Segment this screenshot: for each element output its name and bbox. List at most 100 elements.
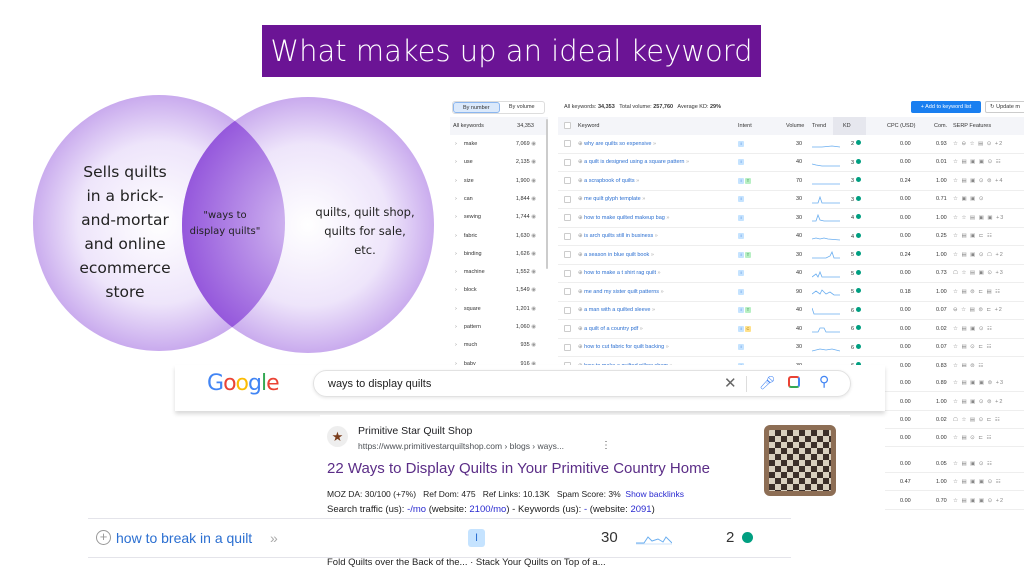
keyword-link[interactable]: ⊕ me and my sister quilt patterns » xyxy=(578,289,664,295)
eye-icon[interactable]: ◉ xyxy=(531,342,536,348)
row-checkbox[interactable] xyxy=(564,343,571,351)
double-chevron-icon[interactable]: » xyxy=(270,530,278,546)
keyword-row[interactable]: ⊕ a quilt of a country pdf » IC 40 6 0.0… xyxy=(558,320,1024,339)
double-chevron-icon[interactable]: » xyxy=(640,326,643,332)
clear-icon[interactable]: ✕ xyxy=(724,374,737,392)
row-checkbox[interactable] xyxy=(564,325,571,333)
add-keyword-icon[interactable]: ⊕ xyxy=(578,233,583,239)
result-title-link[interactable]: 22 Ways to Display Quilts in Your Primit… xyxy=(327,460,710,477)
column-keyword[interactable]: Keyword xyxy=(578,123,599,129)
search-icon[interactable]: ⚲ xyxy=(819,373,829,390)
keyword-row-partial[interactable]: 0.00 0.05 ☆ ▤ ▣ ⊙ ☷ xyxy=(885,455,1024,473)
keyword-link[interactable]: ⊕ why are quilts so expensive » xyxy=(578,141,656,147)
double-chevron-icon[interactable]: » xyxy=(658,270,661,276)
sidebar-group-item[interactable]: › binding 1,626 ◉ xyxy=(450,245,548,263)
eye-icon[interactable]: ◉ xyxy=(531,214,536,220)
keyword-link[interactable]: ⊕ me quilt glyph template » xyxy=(578,196,645,202)
row-checkbox[interactable] xyxy=(564,177,571,185)
result-site-name[interactable]: Primitive Star Quilt Shop xyxy=(358,425,472,437)
keyword-link[interactable]: ⊕ a man with a quilted sleeve » xyxy=(578,307,655,313)
double-chevron-icon[interactable]: » xyxy=(636,178,639,184)
double-chevron-icon[interactable]: » xyxy=(666,215,669,221)
select-all-checkbox[interactable] xyxy=(564,122,571,129)
keyword-link[interactable]: ⊕ how to make quilted makeup bag » xyxy=(578,215,669,221)
double-chevron-icon[interactable]: » xyxy=(686,159,689,165)
result-url[interactable]: https://www.primitivestarquiltshop.com ›… xyxy=(358,441,564,451)
add-keyword-icon[interactable]: ⊕ xyxy=(578,141,583,147)
add-keyword-icon[interactable]: ⊕ xyxy=(578,344,583,350)
website-traffic-link[interactable]: 2100/mo xyxy=(469,504,506,515)
keyword-row[interactable]: ⊕ how to cut fabric for quilt backing » … xyxy=(558,339,1024,357)
double-chevron-icon[interactable]: » xyxy=(655,233,658,239)
double-chevron-icon[interactable]: » xyxy=(666,344,669,350)
sidebar-group-item[interactable]: › use 2,135 ◉ xyxy=(450,153,548,171)
sidebar-group-item[interactable]: › sewing 1,744 ◉ xyxy=(450,208,548,226)
keyword-link[interactable]: ⊕ a season in blue quilt book » xyxy=(578,252,654,258)
keyword-row[interactable]: ⊕ a scrapbook of quilts » IT 70 3 0.24 1… xyxy=(558,172,1024,191)
add-keyword-icon[interactable]: ⊕ xyxy=(578,178,583,184)
show-backlinks-link[interactable]: Show backlinks xyxy=(625,489,684,499)
keyword-row[interactable]: ⊕ why are quilts so expensive » I 30 2 0… xyxy=(558,135,1024,154)
google-lens-icon[interactable] xyxy=(788,376,800,388)
keyword-row[interactable]: ⊕ me quilt glyph template » I 30 3 0.00 … xyxy=(558,191,1024,209)
sidebar-group-item[interactable]: › size 1,900 ◉ xyxy=(450,172,548,190)
double-chevron-icon[interactable]: » xyxy=(651,252,654,258)
keyword-row-partial[interactable]: 0.00 0.02 ☖ ☆ ▤ ⊙ ⊏ ☷ xyxy=(885,411,1024,429)
double-chevron-icon[interactable]: » xyxy=(652,307,655,313)
add-keyword-icon[interactable]: ⊕ xyxy=(578,159,583,165)
column-intent[interactable]: Intent xyxy=(738,123,752,129)
toggle-by-number[interactable]: By number xyxy=(453,102,500,113)
keyword-row[interactable]: ⊕ a quilt is designed using a square pat… xyxy=(558,154,1024,172)
keyword-row-partial[interactable]: 0.00 0.89 ☆ ▤ ▣ ▣ ⊜ +3 xyxy=(885,374,1024,392)
row-checkbox[interactable] xyxy=(564,269,571,277)
highlighted-keyword-row[interactable]: + how to break in a quilt » I 30 2 xyxy=(88,518,791,558)
add-keyword-icon[interactable]: ⊕ xyxy=(578,196,583,202)
eye-icon[interactable]: ◉ xyxy=(531,251,536,257)
keyword-link[interactable]: ⊕ is arch quilts still in business » xyxy=(578,233,658,239)
row-checkbox[interactable] xyxy=(564,195,571,203)
double-chevron-icon[interactable]: » xyxy=(642,196,645,202)
add-keyword-icon[interactable]: + xyxy=(96,530,111,545)
sidebar-group-item[interactable]: › machine 1,552 ◉ xyxy=(450,263,548,281)
add-keyword-icon[interactable]: ⊕ xyxy=(578,289,583,295)
add-keyword-icon[interactable]: ⊕ xyxy=(578,252,583,258)
column-kd[interactable]: KD xyxy=(833,117,866,135)
row-checkbox[interactable] xyxy=(564,251,571,259)
sidebar-group-item[interactable]: › can 1,844 ◉ xyxy=(450,190,548,208)
add-to-keyword-list-button[interactable]: + Add to keyword list xyxy=(911,101,981,113)
sidebar-group-item[interactable]: › make 7,069 ◉ xyxy=(450,135,548,153)
add-keyword-icon[interactable]: ⊕ xyxy=(578,270,583,276)
microphone-icon[interactable]: 🎤︎ xyxy=(759,375,776,391)
eye-icon[interactable]: ◉ xyxy=(531,324,536,330)
row-checkbox[interactable] xyxy=(564,158,571,166)
row-checkbox[interactable] xyxy=(564,232,571,240)
eye-icon[interactable]: ◉ xyxy=(531,233,536,239)
more-options-icon[interactable]: ⋮ xyxy=(601,440,611,451)
eye-icon[interactable]: ◉ xyxy=(531,178,536,184)
add-keyword-icon[interactable]: ⊕ xyxy=(578,215,583,221)
sidebar-group-item[interactable]: › pattern 1,060 ◉ xyxy=(450,318,548,336)
row-checkbox[interactable] xyxy=(564,214,571,222)
keyword-link[interactable]: ⊕ a quilt is designed using a square pat… xyxy=(578,159,689,165)
keyword-row[interactable]: ⊕ a man with a quilted sleeve » IT 40 6 … xyxy=(558,302,1024,320)
website-keywords-link[interactable]: 2091 xyxy=(630,504,651,515)
keyword-row[interactable]: ⊕ how to make a t shirt rag quilt » I 40… xyxy=(558,265,1024,283)
double-chevron-icon[interactable]: » xyxy=(661,289,664,295)
keyword-row-partial[interactable]: 0.00 0.00 ☆ ▤ ⊙ ⊏ ☷ xyxy=(885,429,1024,447)
sidebar-group-item[interactable]: › much 935 ◉ xyxy=(450,336,548,354)
keyword-link[interactable]: ⊕ how to make a t shirt rag quilt » xyxy=(578,270,661,276)
row-checkbox[interactable] xyxy=(564,288,571,296)
keyword-row[interactable]: ⊕ how to make quilted makeup bag » I 30 … xyxy=(558,209,1024,228)
keyword-row-partial[interactable]: 0.00 0.70 ☆ ▤ ▣ ▣ ⊙ +2 xyxy=(885,492,1024,510)
column-serp-features[interactable]: SERP Features xyxy=(953,123,991,129)
keyword-link[interactable]: ⊕ how to cut fabric for quilt backing » xyxy=(578,344,669,350)
keyword-row[interactable]: ⊕ is arch quilts still in business » I 4… xyxy=(558,228,1024,246)
eye-icon[interactable]: ◉ xyxy=(531,159,536,165)
keyword-row[interactable]: ⊕ a season in blue quilt book » IT 30 5 … xyxy=(558,246,1024,265)
column-com[interactable]: Com. xyxy=(934,123,947,129)
sidebar-group-item[interactable]: › fabric 1,630 ◉ xyxy=(450,227,548,245)
row-checkbox[interactable] xyxy=(564,140,571,148)
keyword-link[interactable]: ⊕ a quilt of a country pdf » xyxy=(578,326,643,332)
add-keyword-icon[interactable]: ⊕ xyxy=(578,307,583,313)
keyword-row-partial[interactable]: 0.47 1.00 ☆ ▤ ▣ ▣ ⊙ ☷ xyxy=(885,473,1024,491)
